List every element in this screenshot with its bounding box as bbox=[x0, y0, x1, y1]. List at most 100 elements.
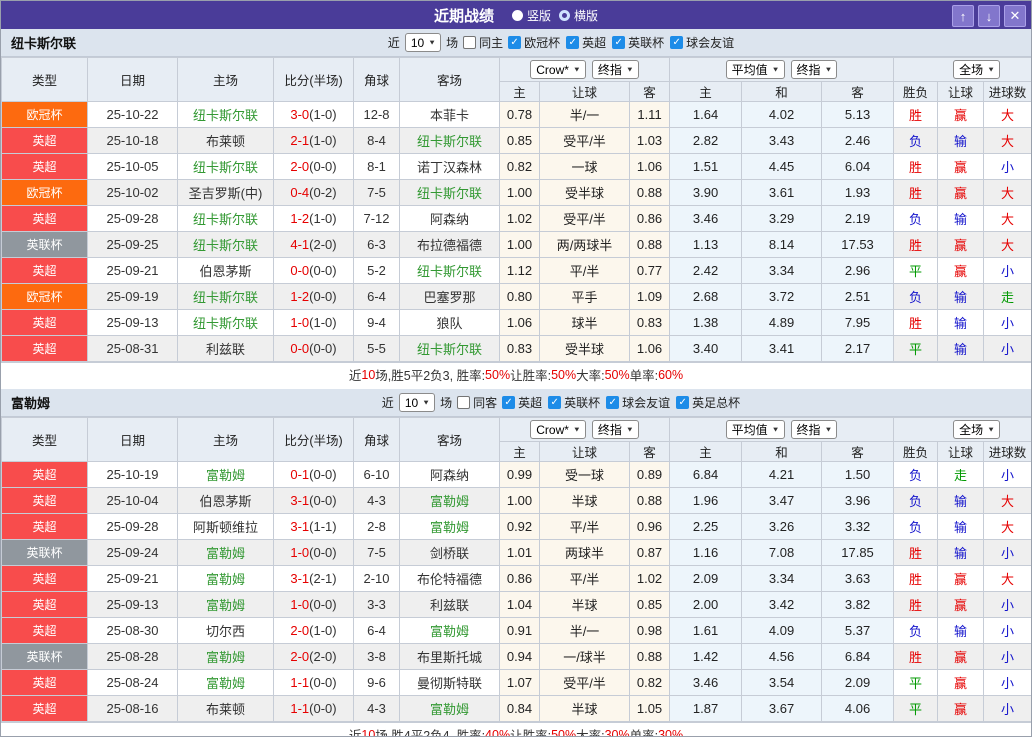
match-row: 英超25-09-28纽卡斯尔联1-2(1-0)7-12阿森纳1.02受平/半0.… bbox=[2, 206, 1032, 232]
summary-text: 单率: bbox=[630, 725, 658, 737]
result-goals: 小 bbox=[984, 310, 1032, 336]
match-row: 英超25-10-19富勒姆0-1(0-0)6-10阿森纳0.99受一球0.896… bbox=[2, 462, 1032, 488]
match-row: 英联杯25-09-24富勒姆1-0(0-0)7-5剑桥联1.01两球半0.871… bbox=[2, 540, 1032, 566]
same-venue-checkbox[interactable]: 同客 bbox=[457, 394, 497, 411]
halftime-score: (0-0) bbox=[309, 545, 336, 560]
sub-col-header: 主 bbox=[500, 442, 540, 462]
scope-select-group: 全场▼ bbox=[894, 58, 1032, 82]
scope-select[interactable]: 全场▼ bbox=[953, 60, 1000, 79]
match-row: 欧冠杯25-10-22纽卡斯尔联3-0(1-0)12-8本菲卡0.78半/一1.… bbox=[2, 102, 1032, 128]
avg-draw: 4.89 bbox=[742, 310, 822, 336]
summary-text: 场,胜5平2负3, 胜率: bbox=[375, 365, 485, 384]
avg-home: 1.64 bbox=[670, 102, 742, 128]
avg-stage-select[interactable]: 终指▼ bbox=[791, 420, 838, 439]
fulltime-score: 1-0 bbox=[290, 545, 309, 560]
result-handicap: 赢 bbox=[938, 592, 984, 618]
move-up-button[interactable]: ↑ bbox=[952, 5, 974, 27]
score-cell: 2-0(1-0) bbox=[274, 618, 354, 644]
home-team: 圣吉罗斯(中) bbox=[178, 180, 274, 206]
corner-cell: 6-4 bbox=[354, 284, 400, 310]
competition-checkbox[interactable]: ✓英超 bbox=[502, 394, 542, 411]
date-cell: 25-08-16 bbox=[88, 696, 178, 722]
odds-away: 0.98 bbox=[630, 618, 670, 644]
corner-cell: 8-4 bbox=[354, 128, 400, 154]
odds-home: 0.84 bbox=[500, 696, 540, 722]
match-count-select[interactable]: 10 ▼ bbox=[399, 393, 435, 412]
match-count-select[interactable]: 10 ▼ bbox=[405, 33, 441, 52]
summary-text: 近 bbox=[349, 725, 362, 737]
layout-radio-horizontal[interactable]: 横版 bbox=[559, 7, 598, 24]
competition-checkbox[interactable]: ✓英联杯 bbox=[548, 394, 600, 411]
checkbox-checked-icon: ✓ bbox=[566, 36, 579, 49]
corner-cell: 4-3 bbox=[354, 488, 400, 514]
odds-home: 1.02 bbox=[500, 206, 540, 232]
odds-handicap: 受一球 bbox=[540, 462, 630, 488]
date-cell: 25-09-21 bbox=[88, 258, 178, 284]
odds-stage-select[interactable]: 终指▼ bbox=[592, 420, 639, 439]
competition-filters: ✓欧冠杯 ✓英超 ✓英联杯 ✓球会友谊 bbox=[508, 34, 734, 51]
result-wdl: 负 bbox=[894, 514, 938, 540]
move-down-button[interactable]: ↓ bbox=[978, 5, 1000, 27]
unit-label: 场 bbox=[440, 394, 452, 411]
type-badge: 英联杯 bbox=[2, 232, 88, 258]
competition-checkbox[interactable]: ✓欧冠杯 bbox=[508, 34, 560, 51]
halftime-score: (0-0) bbox=[309, 263, 336, 278]
odds-home: 1.12 bbox=[500, 258, 540, 284]
result-goals: 大 bbox=[984, 206, 1032, 232]
avg-draw: 3.72 bbox=[742, 284, 822, 310]
odds-home: 0.82 bbox=[500, 154, 540, 180]
competition-label: 球会友谊 bbox=[622, 394, 670, 411]
avg-draw: 3.67 bbox=[742, 696, 822, 722]
corner-cell: 12-8 bbox=[354, 102, 400, 128]
date-cell: 25-09-24 bbox=[88, 540, 178, 566]
results-table: 类型 日期 主场 比分(半场) 角球 客场 Crow*▼ 终指▼ 平均值 bbox=[1, 417, 1032, 722]
radio-unselected-icon bbox=[559, 10, 570, 21]
summary-line: 近10场,胜4平2负4, 胜率:40% 让胜率:50% 大率:30% 单率:30… bbox=[1, 722, 1031, 737]
odds-source-select[interactable]: Crow*▼ bbox=[530, 60, 586, 79]
away-team: 诺丁汉森林 bbox=[400, 154, 500, 180]
sub-col-header: 客 bbox=[630, 82, 670, 102]
competition-checkbox[interactable]: ✓英超 bbox=[566, 34, 606, 51]
corner-cell: 3-3 bbox=[354, 592, 400, 618]
match-row: 英超25-08-16布莱顿1-1(0-0)4-3富勒姆0.84半球1.051.8… bbox=[2, 696, 1032, 722]
avg-source-select[interactable]: 平均值▼ bbox=[726, 60, 785, 79]
date-cell: 25-09-19 bbox=[88, 284, 178, 310]
date-cell: 25-10-19 bbox=[88, 462, 178, 488]
result-goals: 小 bbox=[984, 540, 1032, 566]
avg-away: 2.46 bbox=[822, 128, 894, 154]
sub-col-header: 让球 bbox=[540, 442, 630, 462]
score-cell: 1-1(0-0) bbox=[274, 670, 354, 696]
match-count-value: 10 bbox=[411, 36, 424, 50]
odds-source-select[interactable]: Crow*▼ bbox=[530, 420, 586, 439]
close-button[interactable]: ✕ bbox=[1004, 5, 1026, 27]
sub-col-header: 客 bbox=[822, 82, 894, 102]
layout-radio-vertical[interactable]: 竖版 bbox=[512, 7, 551, 24]
competition-checkbox[interactable]: ✓英联杯 bbox=[612, 34, 664, 51]
avg-source-select[interactable]: 平均值▼ bbox=[726, 420, 785, 439]
competition-checkbox[interactable]: ✓球会友谊 bbox=[670, 34, 734, 51]
corner-cell: 7-5 bbox=[354, 180, 400, 206]
away-team: 富勒姆 bbox=[400, 514, 500, 540]
away-team: 布里斯托城 bbox=[400, 644, 500, 670]
type-badge: 英超 bbox=[2, 566, 88, 592]
result-wdl: 负 bbox=[894, 128, 938, 154]
home-team: 纽卡斯尔联 bbox=[178, 232, 274, 258]
sub-col-header: 让球 bbox=[938, 82, 984, 102]
type-badge: 英联杯 bbox=[2, 644, 88, 670]
odds-home: 1.07 bbox=[500, 670, 540, 696]
odds-stage-select[interactable]: 终指▼ bbox=[592, 60, 639, 79]
scope-select[interactable]: 全场▼ bbox=[953, 420, 1000, 439]
avg-home: 1.51 bbox=[670, 154, 742, 180]
odds-handicap: 半球 bbox=[540, 696, 630, 722]
score-cell: 1-2(1-0) bbox=[274, 206, 354, 232]
competition-checkbox[interactable]: ✓球会友谊 bbox=[606, 394, 670, 411]
result-goals: 小 bbox=[984, 462, 1032, 488]
halftime-score: (0-0) bbox=[309, 159, 336, 174]
competition-checkbox[interactable]: ✓英足总杯 bbox=[676, 394, 740, 411]
checkbox-unchecked-icon bbox=[457, 396, 470, 409]
avg-stage-select[interactable]: 终指▼ bbox=[791, 60, 838, 79]
same-venue-checkbox[interactable]: 同主 bbox=[463, 34, 503, 51]
avg-draw: 7.08 bbox=[742, 540, 822, 566]
sub-col-header: 让球 bbox=[540, 82, 630, 102]
match-row: 英超25-09-13纽卡斯尔联1-0(1-0)9-4狼队1.06球半0.831.… bbox=[2, 310, 1032, 336]
